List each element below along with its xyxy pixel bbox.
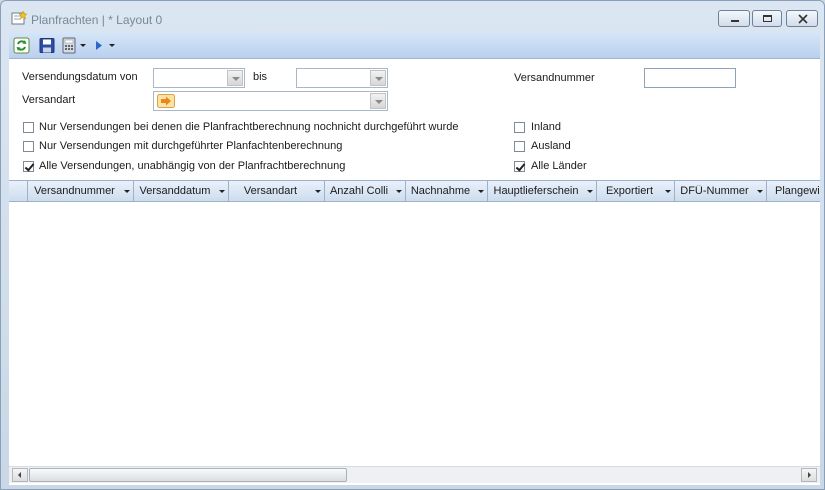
option-not-calculated-label[interactable]: Nur Versendungen bei denen die Planfrach… (39, 121, 459, 133)
save-icon[interactable] (39, 37, 55, 54)
column-header-versandart[interactable]: Versandart (229, 181, 325, 201)
calculator-icon[interactable] (62, 37, 76, 54)
abroad-label[interactable]: Ausland (531, 140, 571, 152)
option-all-shipments-checkbox[interactable] (23, 161, 34, 172)
column-header-versanddatum[interactable]: Versanddatum (134, 181, 229, 201)
play-icon[interactable] (94, 37, 104, 54)
horizontal-scrollbar[interactable] (9, 466, 820, 483)
column-filter-icon[interactable] (396, 190, 402, 193)
option-calculated-checkbox[interactable] (23, 141, 34, 152)
close-button[interactable] (786, 10, 818, 27)
calculator-dropdown-icon[interactable] (80, 44, 86, 47)
column-filter-icon[interactable] (124, 190, 130, 193)
refresh-icon[interactable] (13, 37, 30, 54)
inland-label[interactable]: Inland (531, 121, 561, 133)
shipping-type-dropdown-button[interactable] (370, 93, 386, 109)
app-icon (11, 11, 27, 25)
shipment-number-label: Versandnummer (514, 72, 595, 84)
inland-checkbox[interactable] (514, 122, 525, 133)
scroll-left-icon (18, 472, 21, 478)
grid-body[interactable] (9, 203, 820, 465)
option-all-shipments-label[interactable]: Alle Versendungen, unabhängig von der Pl… (39, 160, 345, 172)
column-filter-icon[interactable] (478, 190, 484, 193)
date-from-label: Versendungsdatum von (22, 71, 138, 83)
column-header-nachnahme[interactable]: Nachnahme (406, 181, 488, 201)
window-title: Planfrachten | * Layout 0 (31, 13, 163, 27)
abroad-checkbox[interactable] (514, 141, 525, 152)
column-filter-icon[interactable] (315, 190, 321, 193)
column-header-dfue-nummer[interactable]: DFÜ-Nummer (675, 181, 767, 201)
column-header-versandnummer[interactable]: Versandnummer (28, 181, 134, 201)
option-calculated-label[interactable]: Nur Versendungen mit durchgeführter Plan… (39, 140, 342, 152)
column-header-plangewicht[interactable]: Plangewi (767, 181, 820, 201)
maximize-button[interactable] (752, 10, 782, 27)
toolbar (9, 32, 820, 59)
grid-header: Versandnummer Versanddatum Versandart An… (9, 180, 820, 202)
column-filter-icon[interactable] (757, 190, 763, 193)
all-countries-checkbox[interactable] (514, 161, 525, 172)
close-icon (798, 14, 808, 24)
play-dropdown-icon[interactable] (109, 44, 115, 47)
scroll-left-button[interactable] (12, 468, 28, 482)
lookup-arrow-icon[interactable] (157, 94, 175, 108)
column-header-anzahl-colli[interactable]: Anzahl Colli (325, 181, 406, 201)
column-header-hauptlieferschein[interactable]: Hauptlieferschein (488, 181, 597, 201)
column-filter-icon[interactable] (587, 190, 593, 193)
scroll-thumb[interactable] (29, 468, 347, 482)
title-bar: Planfrachten | * Layout 0 (1, 1, 824, 31)
column-filter-icon[interactable] (665, 190, 671, 193)
date-to-dropdown-button[interactable] (370, 70, 386, 86)
row-selector-header[interactable] (9, 181, 28, 201)
minimize-icon (731, 20, 739, 22)
shipment-number-input[interactable] (644, 68, 736, 88)
shipping-type-label: Versandart (22, 94, 76, 106)
planfrachten-window: Planfrachten | * Layout 0 Versendungsdat… (0, 0, 825, 490)
date-to-field[interactable] (296, 68, 388, 88)
date-to-label: bis (253, 71, 268, 83)
minimize-button[interactable] (718, 10, 750, 27)
column-header-exportiert[interactable]: Exportiert (597, 181, 675, 201)
scroll-right-button[interactable] (801, 468, 817, 482)
shipping-type-field[interactable] (153, 91, 388, 111)
date-from-dropdown-button[interactable] (227, 70, 243, 86)
option-not-calculated-checkbox[interactable] (23, 122, 34, 133)
maximize-icon (763, 15, 772, 22)
scroll-right-icon (808, 472, 811, 478)
all-countries-label[interactable]: Alle Länder (531, 160, 587, 172)
column-filter-icon[interactable] (219, 190, 225, 193)
date-from-field[interactable] (153, 68, 245, 88)
main-panel: Versendungsdatum von bis Versandnummer V… (9, 59, 820, 485)
